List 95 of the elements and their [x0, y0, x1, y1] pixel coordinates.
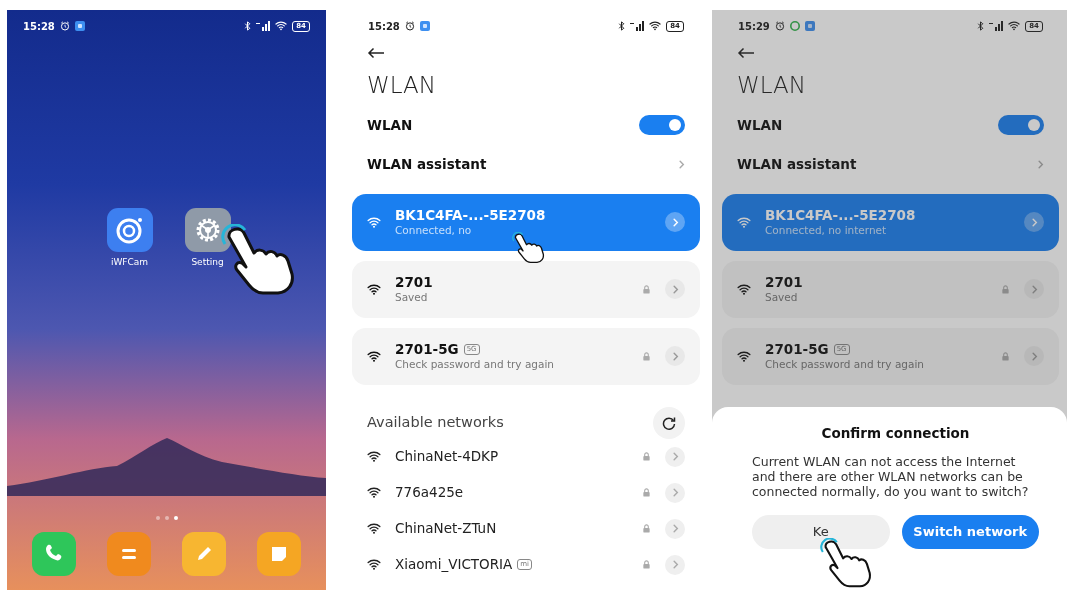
wifi-icon: [649, 21, 662, 31]
status-time: 15:28: [368, 19, 400, 34]
wlan-assistant-item[interactable]: WLAN assistant: [367, 144, 685, 184]
network-status: Connected, no: [395, 223, 473, 237]
wifi-icon: [367, 559, 381, 571]
phone-icon[interactable]: [32, 532, 77, 576]
pencil-icon[interactable]: [181, 532, 226, 576]
signal-icon: [989, 21, 1004, 31]
wifi-icon: [737, 350, 751, 362]
notification-circle-icon: [789, 21, 800, 31]
chevron-icon: [671, 452, 679, 462]
wifi-icon: [367, 487, 381, 499]
chevron-icon: [1030, 351, 1038, 361]
network-name: BK1C4FA-...-5E2708: [765, 207, 916, 224]
network-card[interactable]: 2701 Saved: [352, 260, 700, 318]
details-button[interactable]: [665, 482, 685, 503]
wifi-icon: [367, 451, 381, 463]
network-name: 2701: [765, 274, 803, 291]
alarm-clock-icon: [774, 21, 785, 31]
network-name[interactable]: ChinaNet-4DKP: [395, 446, 499, 467]
chevron-icon: [671, 217, 679, 227]
bluetooth-icon: [977, 21, 985, 31]
network-name: 2701-5G: [765, 341, 829, 358]
notification-app-icon: [74, 21, 85, 31]
network-name: BK1C4FA-...-5E2708: [395, 207, 546, 224]
wifi-icon: [367, 350, 381, 362]
chevron-icon: [671, 351, 679, 361]
details-button[interactable]: [665, 446, 685, 467]
bluetooth-icon: [618, 21, 626, 31]
chevron-icon: [671, 560, 679, 570]
network-name: 2701: [395, 274, 433, 291]
wifi-icon: [367, 216, 381, 228]
details-button[interactable]: [665, 279, 685, 300]
chevron-icon: [671, 488, 679, 498]
back-arrow-icon[interactable]: [737, 46, 755, 59]
network-status: Saved: [395, 290, 429, 304]
wifi-icon: [367, 283, 381, 295]
pointing-hand-drawing: [512, 232, 545, 264]
wifi-icon: [737, 216, 751, 228]
app-label: iWFCam: [110, 256, 149, 269]
chevron-icon: [671, 524, 679, 534]
details-button[interactable]: [665, 212, 685, 233]
menu-icon[interactable]: [107, 532, 152, 576]
network-status: Check password and try again: [765, 357, 925, 371]
switch-network-button[interactable]: Switch network: [901, 515, 1039, 550]
toggle-switch[interactable]: [639, 115, 685, 136]
page-title: WLAN: [367, 72, 438, 100]
wifi-icon: [367, 523, 381, 535]
network-name[interactable]: Xiaomi_VICTORIA: [395, 554, 513, 575]
details-button[interactable]: [665, 346, 685, 367]
alarm-clock-icon: [404, 21, 415, 31]
network-status: Check password and try again: [395, 357, 555, 371]
details-button[interactable]: [665, 518, 685, 539]
page-title: WLAN: [737, 72, 808, 100]
signal-icon: [630, 21, 645, 31]
chevron-icon: [1037, 159, 1044, 169]
network-name: 2701-5G: [395, 341, 459, 358]
network-status: Connected, no internet: [765, 223, 888, 237]
refresh-icon: [662, 415, 676, 430]
wifi-icon: [1008, 21, 1021, 31]
notification-app-icon: [804, 21, 815, 31]
wifi-icon: [275, 21, 288, 31]
note-icon[interactable]: [256, 532, 301, 576]
section-heading: Available networks: [367, 412, 504, 432]
gear-app-icon[interactable]: [184, 208, 231, 252]
details-button[interactable]: [1024, 346, 1044, 367]
alarm-clock-icon: [59, 21, 70, 31]
chevron-icon: [678, 159, 685, 169]
status-time: 15:28: [23, 19, 55, 34]
signal-icon: [256, 21, 271, 31]
network-status: Saved: [765, 290, 799, 304]
chevron-icon: [671, 284, 679, 294]
setting-label: WLAN: [737, 115, 783, 135]
refresh-button[interactable]: [653, 406, 685, 439]
keep-button[interactable]: Ke: [752, 515, 890, 550]
network-card[interactable]: 2701 Saved: [722, 260, 1059, 318]
network-name[interactable]: 776a425e: [395, 482, 464, 503]
dialog-message: Current WLAN can not access the Internet and there are other WLAN networks can be connected normally, do you want to switch?: [752, 455, 1030, 500]
chevron-icon: [1030, 284, 1038, 294]
camera-app-icon[interactable]: [106, 208, 153, 252]
details-button[interactable]: [1024, 279, 1044, 300]
chevron-icon: [1030, 217, 1038, 227]
back-arrow-icon[interactable]: [367, 46, 385, 59]
app-label: Setting: [191, 256, 224, 269]
dialog-title: Confirm connection: [820, 424, 971, 443]
setting-label: WLAN: [367, 115, 413, 135]
status-time: 15:29: [738, 19, 770, 34]
notification-app-icon: [419, 21, 430, 31]
wifi-icon: [737, 283, 751, 295]
details-button[interactable]: [665, 554, 685, 575]
wlan-assistant-item[interactable]: WLAN assistant: [737, 144, 1044, 184]
network-name[interactable]: ChinaNet-ZTuN: [395, 518, 497, 539]
connected-network-card[interactable]: BK1C4FA-...-5E2708 Connected, no: [352, 193, 700, 251]
toggle-switch[interactable]: [998, 115, 1044, 136]
bluetooth-icon: [244, 21, 252, 31]
